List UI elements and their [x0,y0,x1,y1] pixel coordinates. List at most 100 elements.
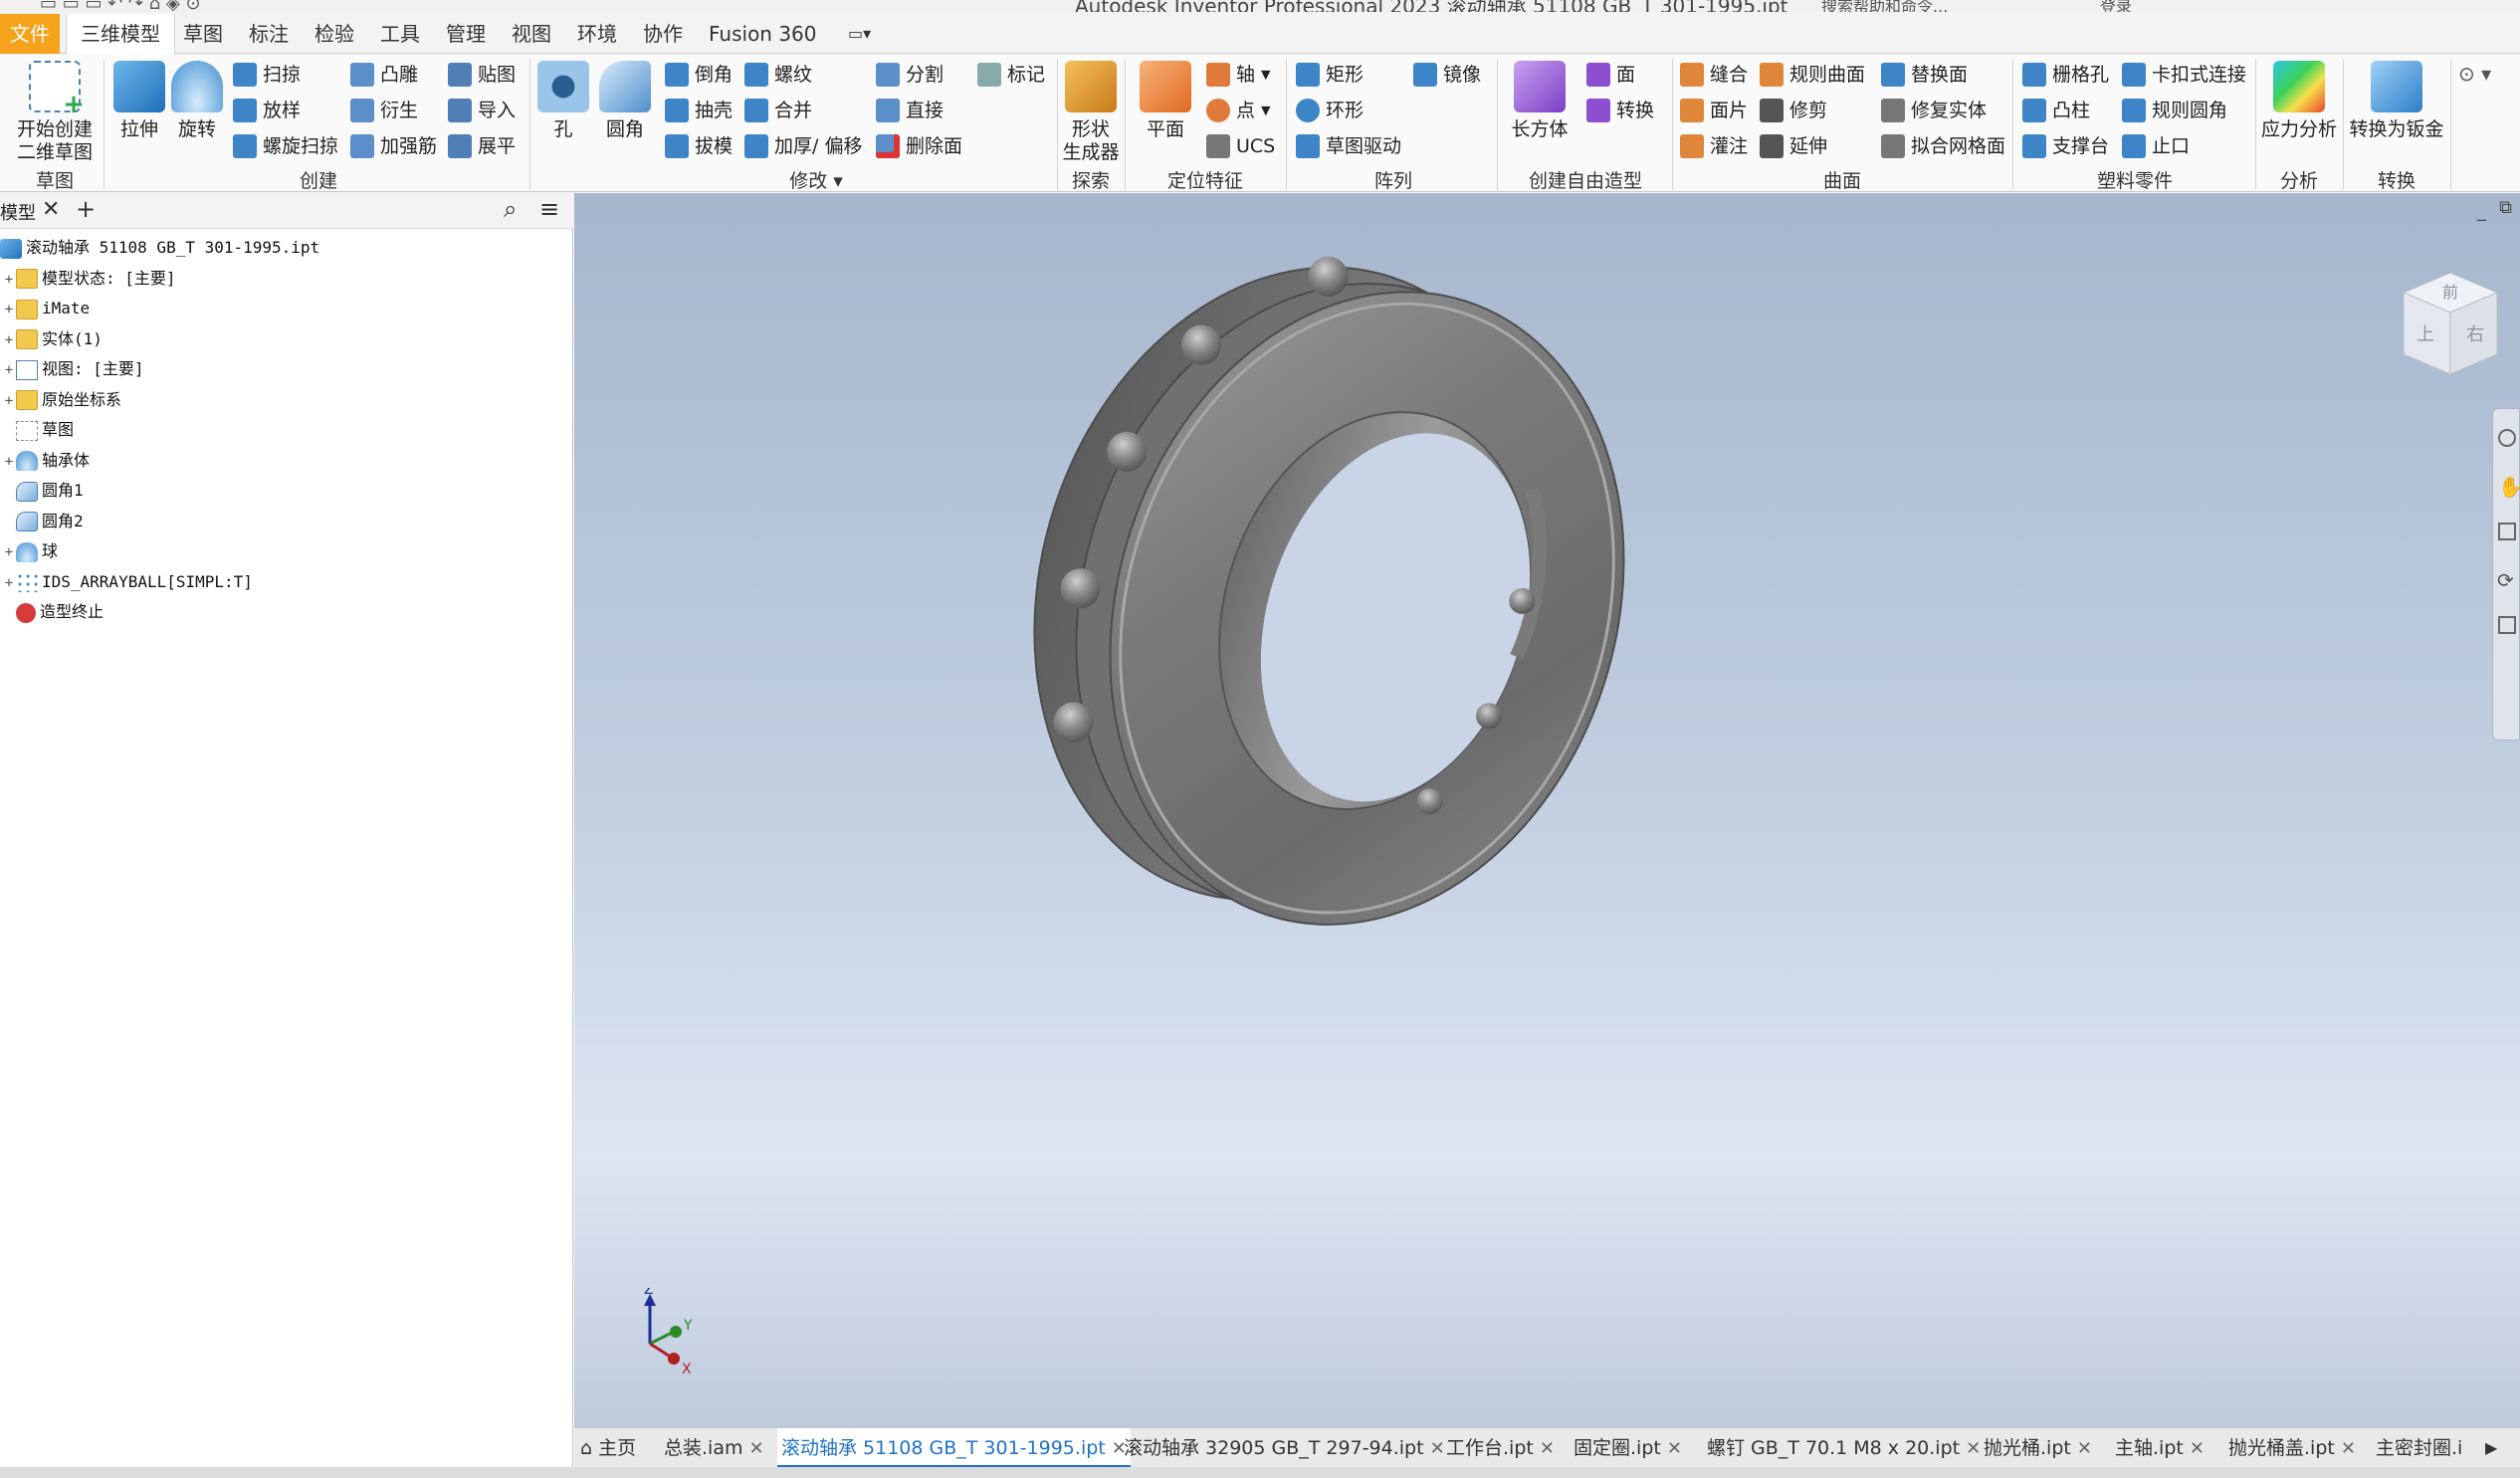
tree-node[interactable]: + iMate [2,294,90,323]
expand-icon[interactable]: + [2,295,16,324]
tree-node[interactable]: + 原始坐标系 [2,385,121,415]
hole-button[interactable]: 孔 [535,61,591,141]
doc-tab-home[interactable]: ⌂ 主页 [580,1428,636,1468]
doc-tab[interactable]: 固定圈.ipt ✕ [1574,1428,1682,1468]
doc-tab[interactable]: 滚动轴承 32905 GB_T 297-94.ipt ✕ [1124,1428,1445,1468]
close-icon[interactable]: ✕ [2341,1438,2356,1459]
tree-node[interactable]: + 球 [2,536,58,566]
tree-node[interactable]: + 轴承体 [2,446,90,476]
repair-bodies-button[interactable]: 修复实体 [1881,99,1987,122]
split-button[interactable]: 分割 [876,63,944,87]
mark-button[interactable]: 标记 [977,63,1045,87]
start-2d-sketch-button[interactable]: + 开始创建 二维草图 [10,61,100,164]
expand-icon[interactable]: + [2,386,16,416]
tree-node[interactable]: 圆角2 [2,507,84,536]
grill-button[interactable]: 栅格孔 [2022,63,2109,87]
doc-tab-active[interactable]: 滚动轴承 51108 GB_T 301-1995.ipt ✕ [777,1428,1131,1468]
replace-face-button[interactable]: 替换面 [1881,63,1968,87]
trim-surface-button[interactable]: 修剪 [1760,99,1827,122]
scroll-right-icon[interactable]: ▶ [2485,1428,2497,1468]
circular-pattern-button[interactable]: 环形 [1296,99,1364,122]
add-browser-tab-icon[interactable]: + [76,195,96,223]
doc-tab[interactable]: 主轴.ipt ✕ [2115,1428,2205,1468]
browser-tab-model[interactable]: 模型 [0,199,36,225]
decal-button[interactable]: 贴图 [448,63,516,87]
fit-mesh-face-button[interactable]: 拟合网格面 [1881,134,2005,158]
doc-tab[interactable]: 总装.iam ✕ [664,1428,764,1468]
file-menu[interactable]: 文件 [0,14,60,54]
freeform-face-button[interactable]: 面 [1586,63,1635,87]
thicken-offset-button[interactable]: 加厚/ 偏移 [744,134,862,158]
lip-button[interactable]: 止口 [2122,134,2190,158]
stress-analysis-button[interactable]: 应力分析 [2259,61,2339,141]
import-button[interactable]: 导入 [448,99,516,122]
rib-button[interactable]: 加强筋 [350,134,437,158]
close-icon[interactable]: ✕ [1966,1438,1981,1459]
loft-button[interactable]: 放样 [233,99,301,122]
expand-icon[interactable]: + [2,568,16,598]
sculpt-button[interactable]: 灌注 [1680,134,1748,158]
close-icon[interactable]: ✕ [1540,1438,1555,1459]
draft-button[interactable]: 拔模 [665,134,733,158]
expand-icon[interactable]: + [2,325,16,355]
doc-tab[interactable]: 螺钉 GB_T 70.1 M8 x 20.ipt ✕ [1707,1428,1981,1468]
tree-node[interactable]: + 视图: [主要] [2,354,144,384]
tree-node[interactable]: 草图 [2,415,74,445]
direct-edit-button[interactable]: 直接 [876,99,944,122]
rectangular-pattern-button[interactable]: 矩形 [1296,63,1364,87]
graphics-viewport[interactable]: _ ⧉ 前 上 右 ✋ ⟳ Z Y X [574,193,2520,1427]
help-search-input[interactable]: 搜索帮助和命令... [1821,0,1948,12]
snap-fit-button[interactable]: 卡扣式连接 [2122,63,2246,87]
tree-node[interactable]: + IDS_ARRAYBALL[SIMPL:T] [2,567,253,597]
tree-node[interactable]: 圆角1 [2,476,84,506]
rest-button[interactable]: 支撑台 [2022,134,2109,158]
shell-button[interactable]: 抽壳 [665,99,733,122]
close-icon[interactable]: ✕ [2190,1438,2205,1459]
expand-icon[interactable]: + [2,355,16,385]
expand-icon[interactable]: + [2,537,16,567]
expand-icon[interactable]: + [2,265,16,295]
sweep-button[interactable]: 扫掠 [233,63,301,87]
tab-inspect[interactable]: 检验 [301,14,368,54]
mirror-button[interactable]: 镜像 [1413,63,1481,87]
work-plane-button[interactable]: 平面 [1131,61,1200,141]
combine-button[interactable]: 合并 [744,99,812,122]
derive-button[interactable]: 衍生 [350,99,418,122]
rule-fillet-button[interactable]: 规则圆角 [2122,99,2227,122]
doc-tab[interactable]: 工作台.ipt ✕ [1446,1428,1555,1468]
tab-tools[interactable]: 工具 [366,14,434,54]
chamfer-button[interactable]: 倒角 [665,63,733,87]
freeform-convert-button[interactable]: 转换 [1586,99,1654,122]
shape-generator-button[interactable]: 形状 生成器 [1061,61,1121,164]
delete-face-button[interactable]: 删除面 [876,134,962,158]
tab-annotate[interactable]: 标注 [235,14,303,54]
extrude-button[interactable]: 拉伸 [111,61,167,141]
work-axis-button[interactable]: 轴 ▾ [1206,63,1271,87]
tab-3d-model[interactable]: 三维模型 [66,14,175,55]
tab-sketch[interactable]: 草图 [169,14,237,54]
tab-environments[interactable]: 环境 [563,14,631,54]
boss-button[interactable]: 凸柱 [2022,99,2090,122]
close-icon[interactable]: ✕ [1430,1438,1445,1459]
sketch-driven-pattern-button[interactable]: 草图驱动 [1296,134,1401,158]
search-icon[interactable]: ⌕ [504,195,517,223]
stitch-button[interactable]: 缝合 [1680,63,1748,87]
close-icon[interactable]: ✕ [1667,1438,1682,1459]
signin-link[interactable]: 登录 [2100,0,2132,12]
tree-node[interactable]: + 模型状态: [主要] [2,264,176,294]
doc-tab[interactable]: 抛光桶.ipt ✕ [1984,1428,2092,1468]
tab-manage[interactable]: 管理 [432,14,500,54]
expand-icon[interactable]: + [2,447,16,477]
ribbon-display-dropdown[interactable]: ▭▾ [834,14,885,54]
tab-fusion360[interactable]: Fusion 360 [695,14,831,54]
tab-view[interactable]: 视图 [498,14,565,54]
bearing-model[interactable] [574,193,2520,1427]
close-icon[interactable]: ✕ [42,197,60,222]
group-label-modify[interactable]: 修改 ▾ [697,166,936,193]
close-icon[interactable]: ✕ [2077,1438,2092,1459]
convert-to-sheet-metal-button[interactable]: 转换为钣金 [2347,61,2446,141]
fillet-button[interactable]: 圆角 [595,61,655,141]
unfold-button[interactable]: 展平 [448,134,516,158]
tree-node[interactable]: 滚动轴承 51108 GB_T 301-1995.ipt [0,233,319,263]
doc-tab[interactable]: 抛光桶盖.ipt ✕ [2228,1428,2356,1468]
